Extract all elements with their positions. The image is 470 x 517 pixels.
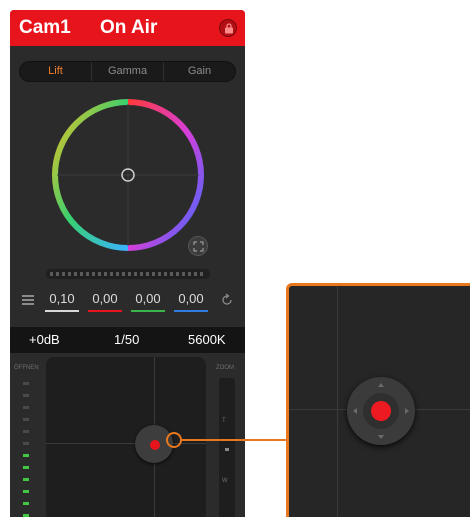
luma-value[interactable]: 0,10 — [45, 291, 79, 306]
on-air-label: On Air — [100, 17, 158, 38]
joystick-zoom-callout — [286, 283, 470, 517]
color-tabs: Lift Gamma Gain — [19, 61, 236, 82]
luma-underline — [45, 310, 79, 312]
white-balance-value[interactable]: 5600K — [188, 332, 226, 347]
tab-gain[interactable]: Gain — [164, 62, 235, 81]
red-value[interactable]: 0,00 — [88, 291, 122, 306]
blue-value[interactable]: 0,00 — [174, 291, 208, 306]
menu-icon[interactable] — [22, 295, 34, 305]
callout-line — [182, 439, 288, 441]
zoom-label: ZOOM — [216, 365, 234, 371]
zoomed-joystick-dot — [371, 401, 391, 421]
lock-icon[interactable] — [219, 19, 237, 37]
green-value[interactable]: 0,00 — [131, 291, 165, 306]
tab-lift[interactable]: Lift — [20, 62, 92, 81]
joystick-center-dot[interactable] — [150, 440, 160, 450]
blue-underline — [174, 310, 208, 312]
master-wheel-dial[interactable] — [46, 269, 210, 279]
gain-value[interactable]: +0dB — [29, 332, 60, 347]
iris-joystick-pad[interactable] — [46, 357, 206, 517]
tab-gamma[interactable]: Gamma — [92, 62, 164, 81]
panel-header: Cam1 On Air — [10, 10, 245, 46]
reset-icon[interactable] — [220, 293, 234, 307]
status-bar: +0dB 1/50 5600K — [10, 327, 245, 353]
color-wheel[interactable] — [47, 94, 209, 261]
zoom-tele-label: T — [222, 418, 226, 424]
iris-label: ÖFFNEN — [14, 365, 39, 371]
callout-ring — [166, 432, 182, 448]
shutter-value[interactable]: 1/50 — [114, 332, 139, 347]
zoom-slider[interactable]: T W — [219, 378, 235, 517]
red-underline — [88, 310, 122, 312]
camera-name[interactable]: Cam1 — [19, 17, 71, 39]
green-underline — [131, 310, 165, 312]
expand-icon[interactable] — [188, 236, 208, 256]
zoom-wide-label: W — [222, 478, 228, 484]
